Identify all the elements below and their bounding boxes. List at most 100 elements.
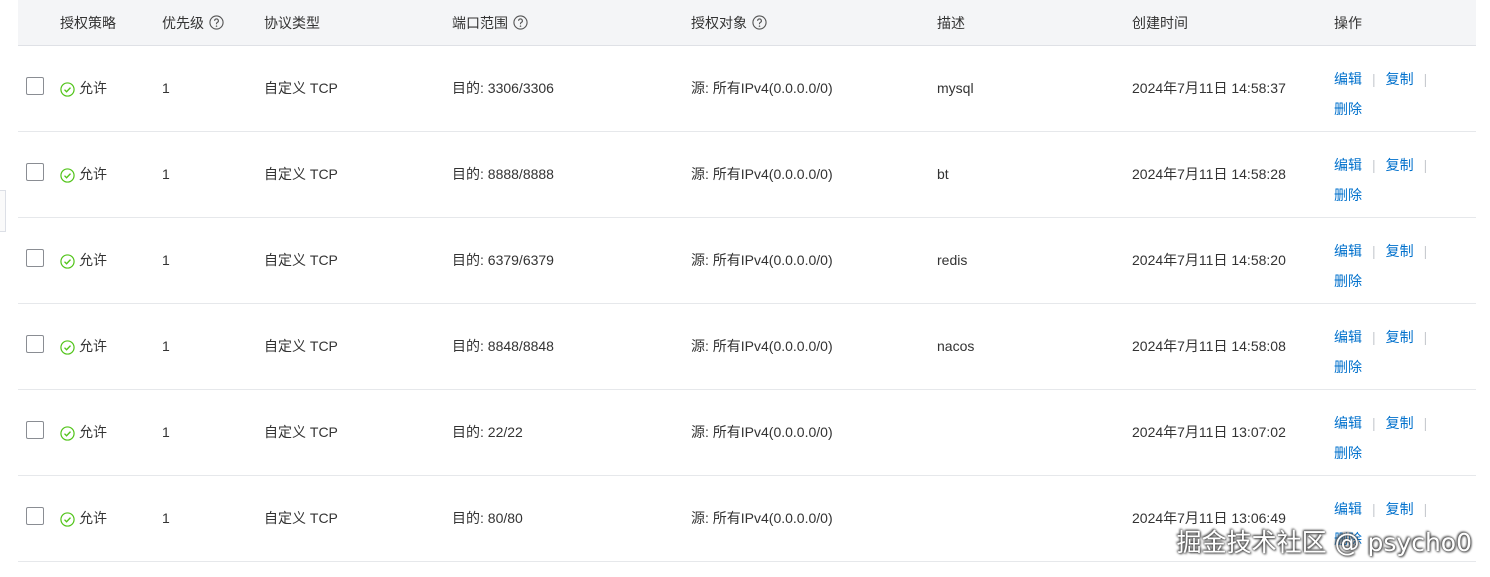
edit-link[interactable]: 编辑 xyxy=(1334,71,1362,87)
table-row: 允许 1 自定义 TCP 目的: 6379/6379 源: 所有IPv4(0.0… xyxy=(18,218,1476,304)
auth-object-cell: 源: 所有IPv4(0.0.0.0/0) xyxy=(691,510,833,526)
description-cell: mysql xyxy=(937,80,974,96)
col-header-protocol: 协议类型 xyxy=(264,0,320,45)
row-checkbox[interactable] xyxy=(26,507,44,525)
policy-label: 允许 xyxy=(79,424,107,440)
protocol-cell: 自定义 TCP xyxy=(264,80,338,96)
actions-cell: 编辑 | 复制 | 删除 xyxy=(1334,236,1454,296)
action-separator: | xyxy=(1423,329,1428,345)
col-header-port-range-label: 端口范围 xyxy=(452,14,508,31)
edit-link[interactable]: 编辑 xyxy=(1334,329,1362,345)
row-checkbox[interactable] xyxy=(26,249,44,267)
copy-link[interactable]: 复制 xyxy=(1386,243,1414,259)
action-separator: | xyxy=(1423,501,1428,517)
description-cell: nacos xyxy=(937,338,975,354)
port-range-cell: 目的: 22/22 xyxy=(452,424,523,440)
actions-cell: 编辑 | 复制 | 删除 xyxy=(1334,494,1454,554)
actions-cell: 编辑 | 复制 | 删除 xyxy=(1334,64,1454,124)
delete-link[interactable]: 删除 xyxy=(1334,531,1362,547)
table-row: 允许 1 自定义 TCP 目的: 22/22 源: 所有IPv4(0.0.0.0… xyxy=(18,390,1476,476)
col-header-actions: 操作 xyxy=(1334,0,1362,45)
copy-link[interactable]: 复制 xyxy=(1386,71,1414,87)
side-panel-handle[interactable] xyxy=(0,190,6,232)
col-header-auth-object-label: 授权对象 xyxy=(691,14,747,31)
col-header-actions-label: 操作 xyxy=(1334,14,1362,31)
col-header-auth-object: 授权对象 xyxy=(691,0,767,45)
action-separator: | xyxy=(1372,71,1376,87)
priority-cell: 1 xyxy=(162,80,170,96)
port-range-cell: 目的: 8848/8848 xyxy=(452,338,554,354)
delete-link[interactable]: 删除 xyxy=(1334,101,1362,117)
policy-cell: 允许 xyxy=(60,132,107,217)
edit-link[interactable]: 编辑 xyxy=(1334,501,1362,517)
delete-link[interactable]: 删除 xyxy=(1334,359,1362,375)
row-checkbox[interactable] xyxy=(26,77,44,95)
protocol-cell: 自定义 TCP xyxy=(264,338,338,354)
policy-label: 允许 xyxy=(79,510,107,526)
security-rules-table: 授权策略 优先级 协议类型 端口范围 授权对象 描述 创建时间 操作 允许 1 … xyxy=(18,0,1476,562)
description-cell: bt xyxy=(937,166,949,182)
col-header-priority: 优先级 xyxy=(162,0,224,45)
policy-label: 允许 xyxy=(79,80,107,96)
col-header-policy: 授权策略 xyxy=(60,0,116,45)
col-header-priority-label: 优先级 xyxy=(162,14,204,31)
question-circle-icon[interactable] xyxy=(513,15,528,30)
copy-link[interactable]: 复制 xyxy=(1386,415,1414,431)
port-range-cell: 目的: 8888/8888 xyxy=(452,166,554,182)
edit-link[interactable]: 编辑 xyxy=(1334,243,1362,259)
created-time-cell: 2024年7月11日 14:58:20 xyxy=(1132,252,1286,268)
edit-link[interactable]: 编辑 xyxy=(1334,415,1362,431)
policy-cell: 允许 xyxy=(60,304,107,389)
policy-label: 允许 xyxy=(79,338,107,354)
created-time-cell: 2024年7月11日 14:58:08 xyxy=(1132,338,1286,354)
table-row: 允许 1 自定义 TCP 目的: 8888/8888 源: 所有IPv4(0.0… xyxy=(18,132,1476,218)
description-cell: redis xyxy=(937,252,968,268)
col-header-created: 创建时间 xyxy=(1132,0,1188,45)
delete-link[interactable]: 删除 xyxy=(1334,187,1362,203)
check-circle-icon xyxy=(60,168,75,183)
port-range-cell: 目的: 6379/6379 xyxy=(452,252,554,268)
priority-cell: 1 xyxy=(162,510,170,526)
auth-object-cell: 源: 所有IPv4(0.0.0.0/0) xyxy=(691,252,833,268)
action-separator: | xyxy=(1423,71,1428,87)
actions-cell: 编辑 | 复制 | 删除 xyxy=(1334,322,1454,382)
col-header-policy-label: 授权策略 xyxy=(60,14,116,31)
created-time-cell: 2024年7月11日 14:58:37 xyxy=(1132,80,1286,96)
auth-object-cell: 源: 所有IPv4(0.0.0.0/0) xyxy=(691,338,833,354)
protocol-cell: 自定义 TCP xyxy=(264,166,338,182)
action-separator: | xyxy=(1372,243,1376,259)
action-separator: | xyxy=(1423,157,1428,173)
question-circle-icon[interactable] xyxy=(209,15,224,30)
policy-cell: 允许 xyxy=(60,476,107,561)
copy-link[interactable]: 复制 xyxy=(1386,329,1414,345)
auth-object-cell: 源: 所有IPv4(0.0.0.0/0) xyxy=(691,424,833,440)
port-range-cell: 目的: 80/80 xyxy=(452,510,523,526)
copy-link[interactable]: 复制 xyxy=(1386,157,1414,173)
action-separator: | xyxy=(1423,415,1428,431)
check-circle-icon xyxy=(60,512,75,527)
edit-link[interactable]: 编辑 xyxy=(1334,157,1362,173)
action-separator: | xyxy=(1372,157,1376,173)
delete-link[interactable]: 删除 xyxy=(1334,445,1362,461)
copy-link[interactable]: 复制 xyxy=(1386,501,1414,517)
row-checkbox[interactable] xyxy=(26,421,44,439)
question-circle-icon[interactable] xyxy=(752,15,767,30)
port-range-cell: 目的: 3306/3306 xyxy=(452,80,554,96)
col-header-protocol-label: 协议类型 xyxy=(264,14,320,31)
table-row: 允许 1 自定义 TCP 目的: 80/80 源: 所有IPv4(0.0.0.0… xyxy=(18,476,1476,562)
action-separator: | xyxy=(1372,329,1376,345)
auth-object-cell: 源: 所有IPv4(0.0.0.0/0) xyxy=(691,80,833,96)
priority-cell: 1 xyxy=(162,252,170,268)
delete-link[interactable]: 删除 xyxy=(1334,273,1362,289)
col-header-created-label: 创建时间 xyxy=(1132,14,1188,31)
row-checkbox[interactable] xyxy=(26,163,44,181)
check-circle-icon xyxy=(60,426,75,441)
actions-cell: 编辑 | 复制 | 删除 xyxy=(1334,408,1454,468)
check-circle-icon xyxy=(60,340,75,355)
row-checkbox[interactable] xyxy=(26,335,44,353)
created-time-cell: 2024年7月11日 13:06:49 xyxy=(1132,510,1286,526)
table-header: 授权策略 优先级 协议类型 端口范围 授权对象 描述 创建时间 操作 xyxy=(18,0,1476,46)
priority-cell: 1 xyxy=(162,424,170,440)
table-row: 允许 1 自定义 TCP 目的: 8848/8848 源: 所有IPv4(0.0… xyxy=(18,304,1476,390)
policy-cell: 允许 xyxy=(60,390,107,475)
